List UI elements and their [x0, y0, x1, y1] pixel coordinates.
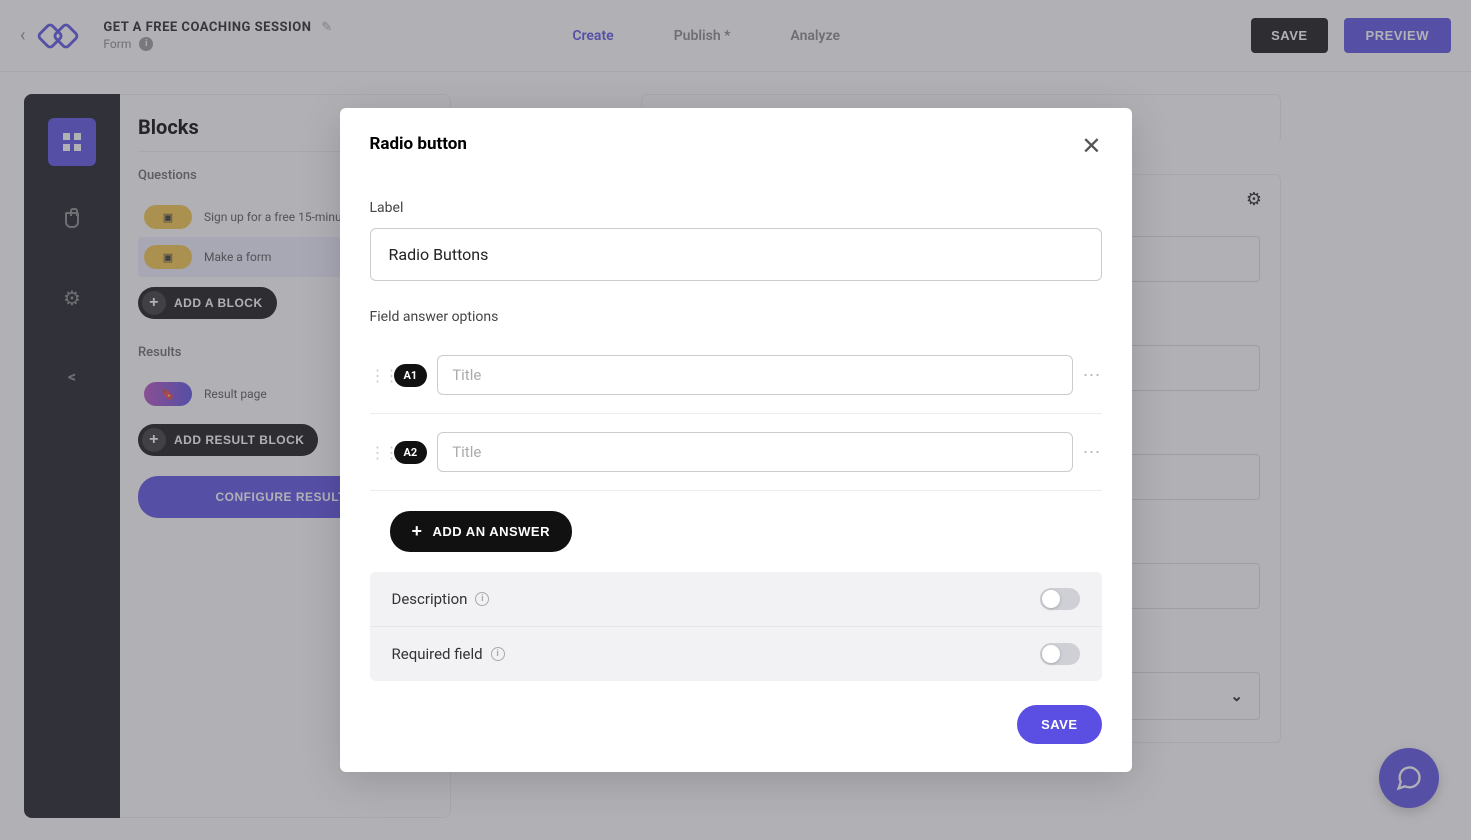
- modal-overlay[interactable]: Radio button ✕ Label Field answer option…: [0, 0, 1471, 840]
- option-more-icon[interactable]: ⋯: [1083, 365, 1102, 386]
- plus-icon: +: [412, 521, 423, 542]
- answer-option-row: ⋮⋮ A2 ⋯: [370, 414, 1102, 491]
- required-toggle-row: Required field i: [370, 627, 1102, 681]
- add-answer-button[interactable]: + ADD AN ANSWER: [390, 511, 573, 552]
- answer-option-row: ⋮⋮ A1 ⋯: [370, 337, 1102, 414]
- radio-button-modal: Radio button ✕ Label Field answer option…: [340, 108, 1132, 772]
- required-toggle[interactable]: [1040, 643, 1080, 665]
- required-label: Required field: [392, 645, 483, 663]
- info-icon[interactable]: i: [475, 592, 489, 606]
- description-label: Description: [392, 590, 468, 608]
- option-more-icon[interactable]: ⋯: [1083, 442, 1102, 463]
- label-input[interactable]: [370, 228, 1102, 281]
- toggle-section: Description i Required field i: [370, 572, 1102, 681]
- options-caption: Field answer options: [370, 309, 1102, 325]
- add-answer-label: ADD AN ANSWER: [433, 524, 550, 539]
- close-icon[interactable]: ✕: [1081, 134, 1101, 158]
- description-toggle[interactable]: [1040, 588, 1080, 610]
- modal-save-button[interactable]: SAVE: [1017, 705, 1101, 744]
- modal-title: Radio button: [370, 134, 467, 154]
- drag-handle-icon[interactable]: ⋮⋮: [370, 366, 384, 385]
- option-badge: A1: [394, 364, 428, 387]
- info-icon[interactable]: i: [491, 647, 505, 661]
- option-badge: A2: [394, 441, 428, 464]
- description-toggle-row: Description i: [370, 572, 1102, 627]
- label-caption: Label: [370, 200, 1102, 216]
- option-title-input[interactable]: [437, 432, 1072, 472]
- drag-handle-icon[interactable]: ⋮⋮: [370, 443, 384, 462]
- option-title-input[interactable]: [437, 355, 1072, 395]
